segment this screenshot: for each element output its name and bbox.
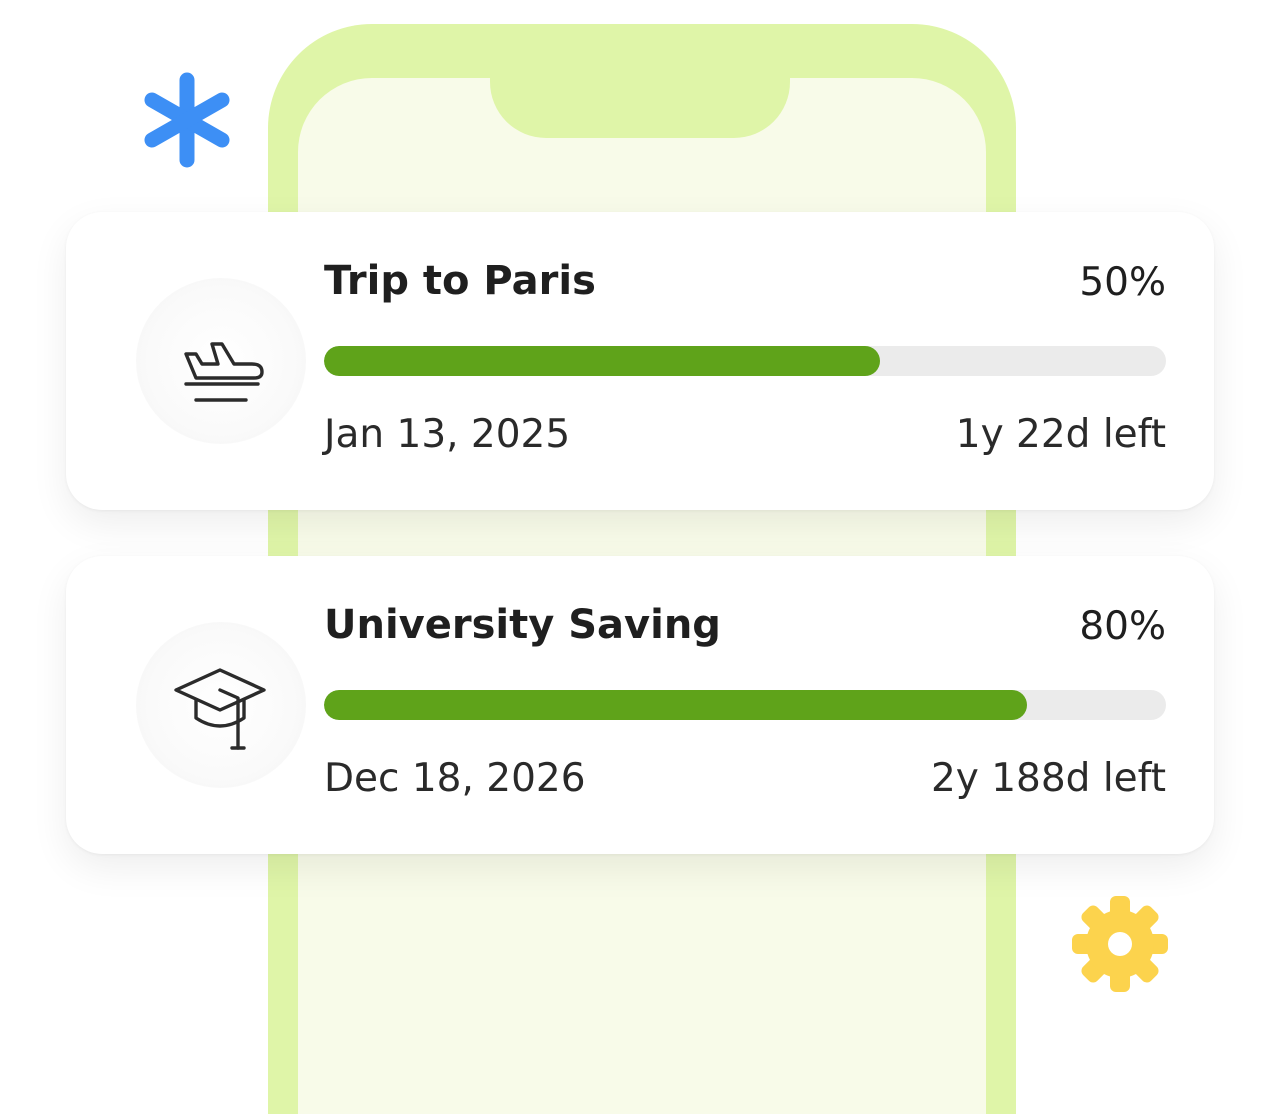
goal-time-remaining: 2y 188d left: [930, 756, 1166, 801]
asterisk-icon: [144, 72, 230, 168]
goal-card-trip-to-paris[interactable]: Trip to Paris 50% Jan 13, 2025 1y 22d le…: [66, 212, 1214, 510]
gear-icon: [1072, 896, 1168, 992]
progress-bar-fill: [324, 690, 1028, 720]
goal-date: Jan 13, 2025: [324, 412, 571, 457]
goal-card-university-saving[interactable]: University Saving 80% Dec 18, 2026 2y 18…: [66, 556, 1214, 854]
phone-notch: [490, 46, 790, 138]
progress-bar: [324, 346, 1166, 376]
graduation-cap-icon: [174, 668, 266, 750]
goal-percent: 50%: [1079, 260, 1166, 305]
goal-title: University Saving: [324, 602, 721, 648]
airplane-takeoff-icon: [184, 342, 264, 402]
goal-percent: 80%: [1079, 604, 1166, 649]
goal-title: Trip to Paris: [324, 258, 596, 304]
goal-icon-container: [136, 622, 306, 788]
goal-date: Dec 18, 2026: [324, 756, 586, 801]
progress-bar: [324, 690, 1166, 720]
progress-bar-fill: [324, 346, 880, 376]
goal-icon-container: [136, 278, 306, 444]
goal-time-remaining: 1y 22d left: [955, 412, 1166, 457]
